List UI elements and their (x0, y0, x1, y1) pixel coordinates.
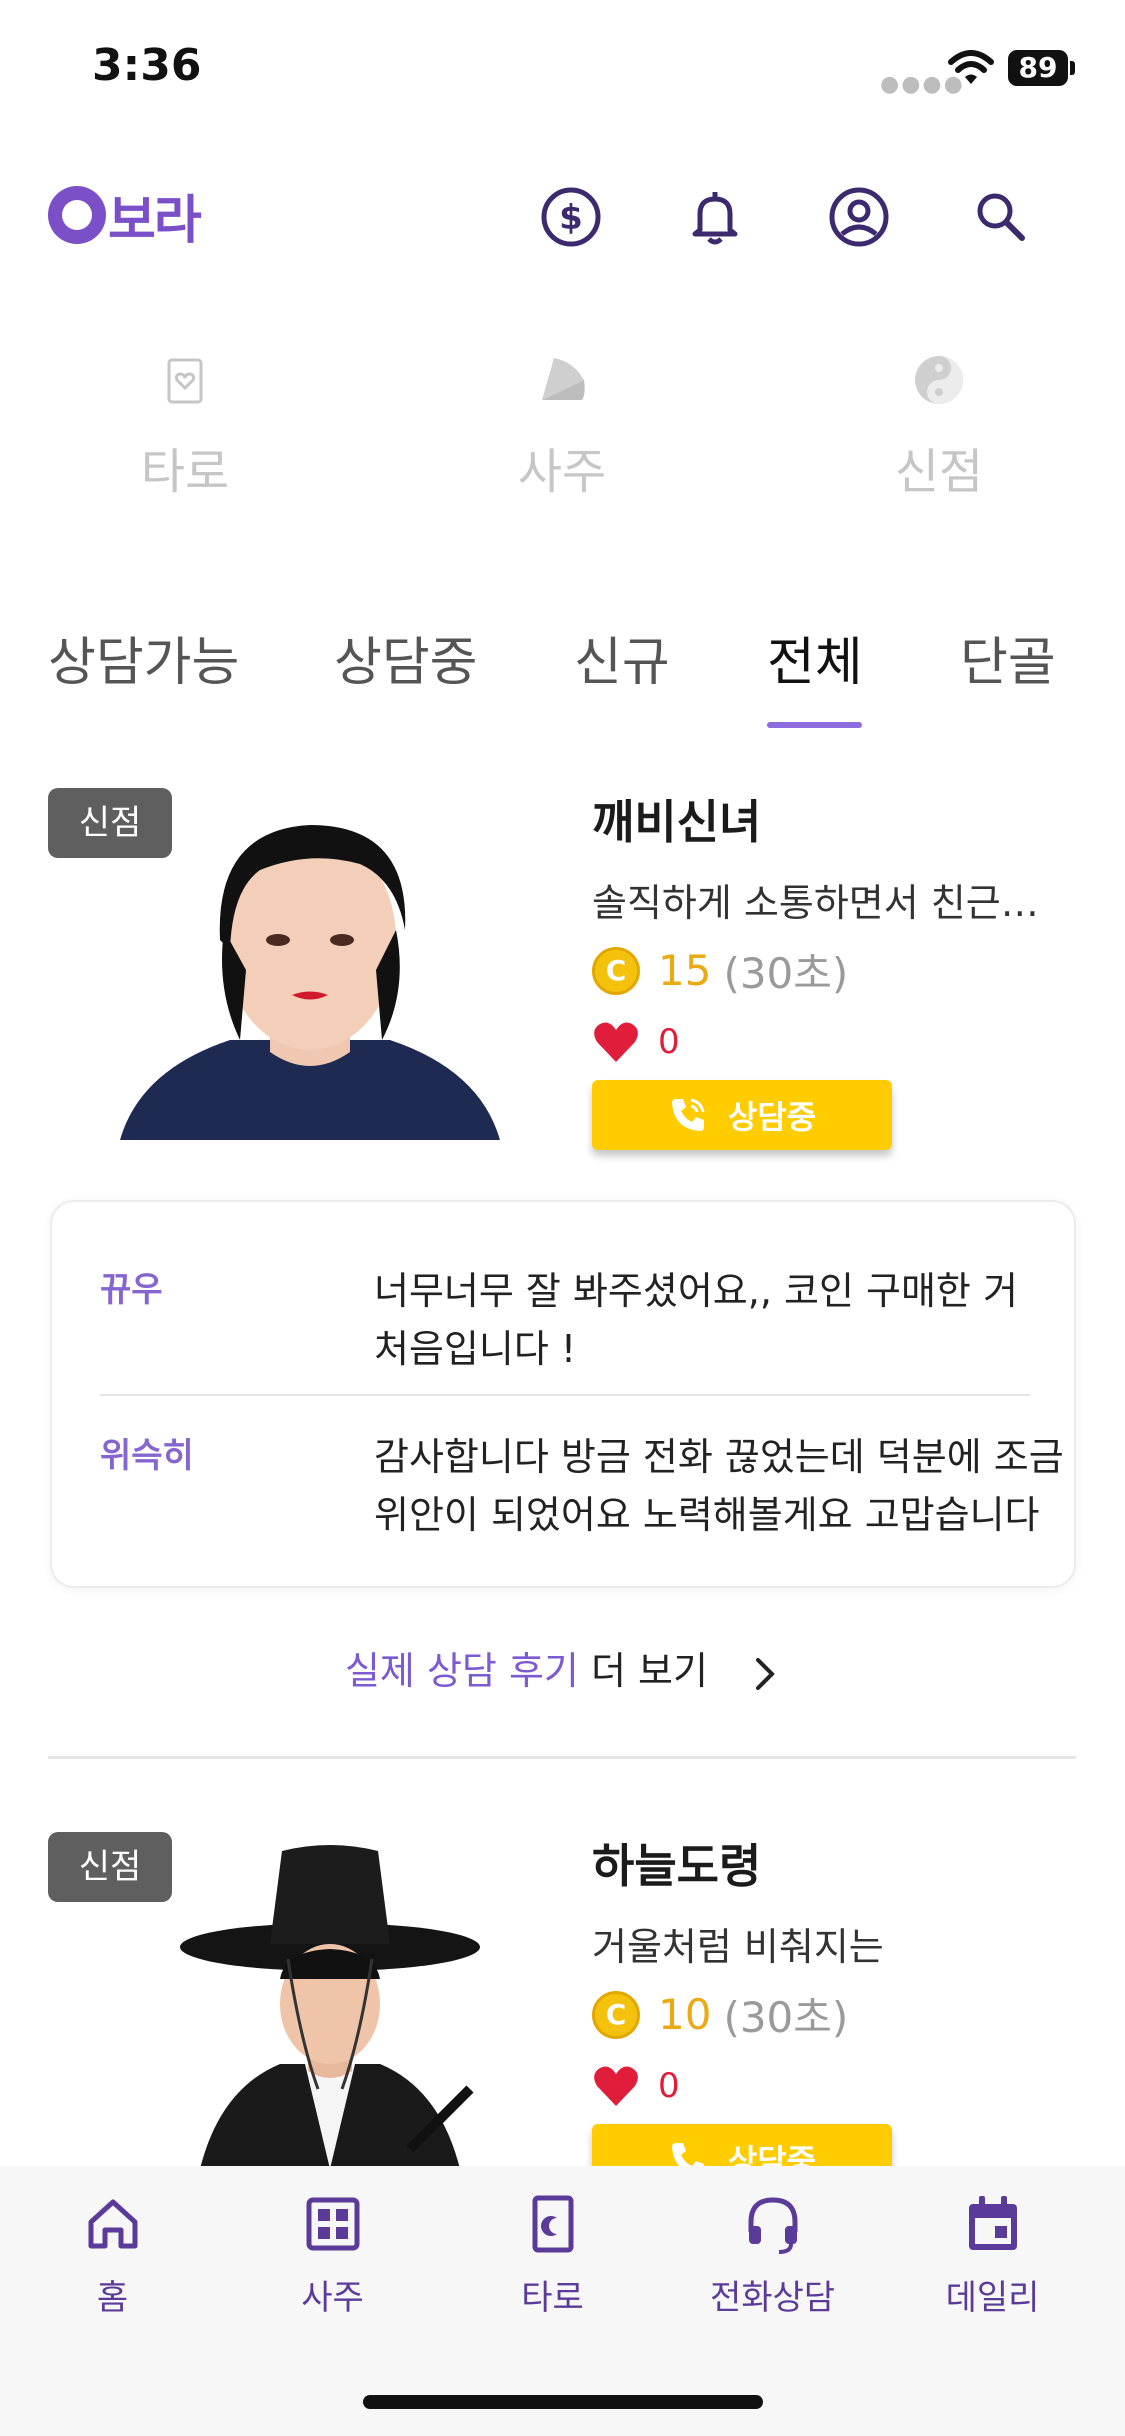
bell-icon[interactable] (682, 184, 748, 250)
more-reviews-rest: 더 보기 (590, 1649, 708, 1693)
tab-regulars[interactable]: 단골 (960, 620, 1056, 695)
counselor-photo (180, 1845, 480, 2166)
counselor-name: 하늘도령 (592, 1839, 762, 1893)
category-label: 타로 (140, 444, 230, 500)
likes: 0 (592, 1020, 680, 1064)
profile-icon[interactable] (826, 184, 892, 250)
phone-icon (671, 2143, 704, 2166)
battery-nub (1070, 61, 1075, 75)
phone-icon (671, 1098, 705, 1131)
active-tab-indicator (767, 722, 862, 728)
battery-icon: 89 (1008, 50, 1068, 86)
home-indicator[interactable] (363, 2395, 763, 2409)
category-tarot[interactable]: 타로 (65, 350, 305, 502)
battery-level: 89 (1018, 51, 1058, 84)
tab-new[interactable]: 신규 (574, 620, 670, 695)
category-label: 사주 (517, 444, 607, 500)
nav-saju[interactable]: 사주 (220, 2192, 445, 2319)
coin-icon: C (592, 1990, 640, 2039)
category-label: 신점 (894, 444, 984, 500)
more-reviews-link[interactable]: 실제 상담 후기 더 보기 (0, 1640, 1125, 1695)
more-reviews-accent: 실제 상담 후기 (344, 1649, 579, 1693)
headset-icon (748, 2197, 797, 2254)
call-button[interactable]: 상담중 (592, 2124, 892, 2166)
call-button[interactable]: 상담중 (592, 1080, 892, 1150)
coin-icon[interactable]: $ (538, 184, 604, 250)
svg-text:$: $ (559, 198, 583, 238)
status-time: 3:36 (92, 40, 202, 91)
price-unit: (30초) (723, 949, 849, 998)
filter-tabs: 상담가능 상담중 신규 전체 단골 (0, 620, 1125, 730)
price-value: 10 (658, 1990, 712, 2039)
counselor-name: 깨비신녀 (592, 795, 762, 849)
category-saju[interactable]: 사주 (442, 350, 682, 502)
app-logo[interactable]: 보라 (48, 180, 202, 251)
likes-count: 0 (658, 1022, 680, 1062)
counselor-price: C 10 (30초) (592, 1984, 848, 2045)
nav-tarot[interactable]: 타로 (440, 2192, 665, 2319)
review-box: 뀨우 너무너무 잘 봐주셨어요,, 코인 구매한 거 처음입니다 ! 위슥히 감… (50, 1200, 1076, 1588)
likes: 0 (592, 2064, 680, 2108)
search-icon[interactable] (968, 184, 1034, 250)
heart-icon (594, 2066, 638, 2106)
tab-in-session[interactable]: 상담중 (334, 620, 478, 695)
nav-daily[interactable]: 데일리 (880, 2192, 1105, 2319)
tab-all[interactable]: 전체 (767, 620, 863, 695)
price-value: 15 (658, 946, 712, 995)
grid-icon (306, 2197, 359, 2251)
logo-text: 보라 (108, 190, 202, 251)
tarot-card-icon (167, 358, 203, 404)
price-unit: (30초) (723, 1993, 849, 2042)
counselor-photo (120, 825, 500, 1140)
call-button-label: 상담중 (727, 2142, 817, 2166)
calendar-icon (968, 2196, 1017, 2250)
likes-count: 0 (658, 2066, 680, 2106)
chevron-right-icon (756, 1657, 775, 1690)
wifi-icon (948, 50, 994, 84)
app-header: 보라 $ (0, 160, 1125, 270)
heart-icon (594, 1022, 638, 1062)
nav-phone-consult[interactable]: 전화상담 (660, 2192, 885, 2319)
counselor-description: 솔직하게 소통하면서 친근하게 상담해드립니다 (592, 881, 1062, 925)
logo-mark-icon (48, 186, 106, 244)
counselor-card[interactable]: 신점 하늘도령 거울처럼 비춰지는 C 10 (30초) 0 상담중 (0, 1824, 1125, 2166)
category-row: 타로 사주 신점 (0, 350, 1125, 510)
review-user: 위슥히 (100, 1436, 194, 1476)
nav-label: 홈 (96, 2278, 129, 2318)
review-divider (100, 1394, 1030, 1396)
review-user: 뀨우 (100, 1270, 163, 1310)
nav-label: 타로 (521, 2278, 584, 2318)
section-divider (48, 1756, 1076, 1759)
tab-available[interactable]: 상담가능 (48, 620, 239, 695)
counselor-price: C 15 (30초) (592, 940, 848, 1001)
category-badge: 신점 (48, 1832, 172, 1902)
status-bar: 3:36 ●●●● 89 (0, 0, 1125, 140)
category-sinjeom[interactable]: 신점 (819, 350, 1059, 502)
nav-label: 전화상담 (709, 2278, 836, 2318)
moon-card-icon (532, 2195, 573, 2253)
review-text: 너무너무 잘 봐주셨어요,, 코인 구매한 거 처음입니다 ! (374, 1269, 1018, 1371)
home-icon (88, 2199, 137, 2249)
nav-home[interactable]: 홈 (0, 2192, 225, 2319)
counselor-description: 거울처럼 비춰지는 (592, 1925, 884, 1969)
review-text: 감사합니다 방금 전화 끊었는데 덕분에 조금 위안이 되었어요 노력해볼게요 … (374, 1435, 1064, 1537)
coin-icon: C (592, 946, 640, 995)
yin-yang-icon (915, 356, 963, 404)
call-button-label: 상담중 (727, 1098, 817, 1136)
nav-label: 데일리 (945, 2278, 1040, 2318)
fan-icon (542, 358, 585, 400)
nav-label: 사주 (301, 2278, 364, 2318)
